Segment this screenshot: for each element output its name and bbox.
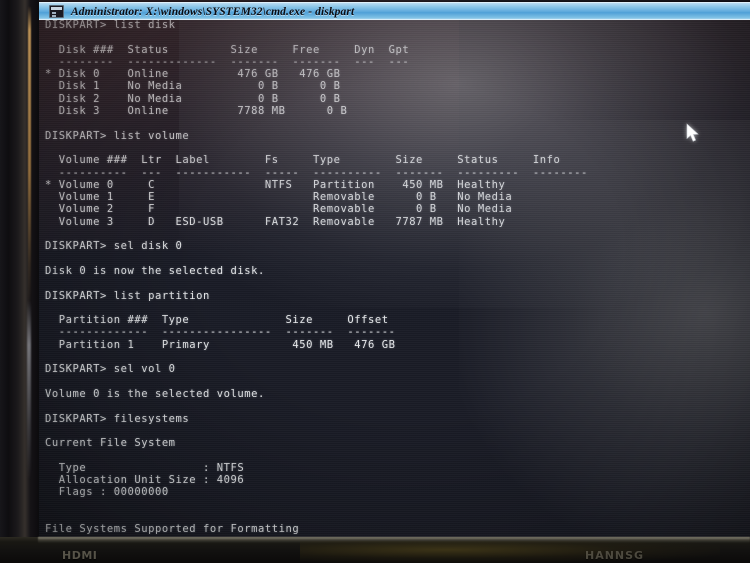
console-line: Current File System bbox=[45, 437, 176, 450]
console-line: Volume 3 D ESD-USB FAT32 Removable 7787 … bbox=[45, 215, 506, 228]
console-line: Disk 2 No Media 0 B 0 B bbox=[45, 92, 341, 105]
console-line: DISKPART> list disk bbox=[45, 19, 176, 31]
console-line: Allocation Unit Size : 4096 bbox=[45, 473, 245, 486]
console-line: File Systems Supported for Formatting bbox=[45, 523, 300, 536]
console-line: ---------- --- ----------- ----- -------… bbox=[45, 166, 588, 179]
cmd-console-icon bbox=[49, 5, 64, 18]
console-line: DISKPART> list partition bbox=[45, 289, 210, 302]
console-output[interactable]: DISKPART> list disk Disk ### Status Size… bbox=[39, 19, 750, 543]
monitor-bezel-left bbox=[0, 0, 39, 563]
console-line: DISKPART> sel disk 0 bbox=[45, 240, 183, 253]
bezel-highlight-cool bbox=[27, 300, 31, 480]
console-line: Partition ### Type Size Offset bbox=[45, 314, 389, 327]
monitor-screen: Administrator: X:\windows\SYSTEM32\cmd.e… bbox=[39, 0, 750, 543]
console-line: Volume 2 F Removable 0 B No Media bbox=[45, 203, 513, 216]
console-line: -------- ------------- ------- ------- -… bbox=[45, 55, 410, 68]
console-line: Partition 1 Primary 450 MB 476 GB bbox=[45, 338, 396, 351]
console-line: ------------- ---------------- ------- -… bbox=[45, 326, 396, 339]
console-line: DISKPART> list volume bbox=[45, 129, 190, 142]
console-line: Disk 0 is now the selected disk. bbox=[45, 264, 265, 277]
console-line: * Disk 0 Online 476 GB 476 GB bbox=[45, 68, 341, 81]
console-line: Disk 3 Online 7788 MB 0 B bbox=[45, 105, 348, 118]
hdmi-port-label: HDMI bbox=[62, 549, 98, 562]
console-line: DISKPART> sel vol 0 bbox=[45, 363, 176, 376]
console-line: Flags : 00000000 bbox=[45, 486, 169, 499]
console-line: Disk 1 No Media 0 B 0 B bbox=[45, 80, 341, 93]
console-line: * Volume 0 C NTFS Partition 450 MB Healt… bbox=[45, 178, 506, 191]
bezel-highlight-warm bbox=[28, 6, 31, 306]
monitor-brand-label: HANNSG bbox=[585, 549, 645, 562]
console-line: Type : NTFS bbox=[45, 461, 245, 474]
window-titlebar[interactable]: Administrator: X:\windows\SYSTEM32\cmd.e… bbox=[39, 2, 750, 20]
monitor-photograph: Administrator: X:\windows\SYSTEM32\cmd.e… bbox=[0, 0, 750, 563]
console-line: Volume 0 is the selected volume. bbox=[45, 387, 265, 400]
window-title: Administrator: X:\windows\SYSTEM32\cmd.e… bbox=[71, 5, 355, 18]
console-line: Disk ### Status Size Free Dyn Gpt bbox=[45, 43, 410, 56]
monitor-bezel-reflection bbox=[300, 541, 720, 563]
console-line: DISKPART> filesystems bbox=[45, 412, 190, 425]
console-line: Volume ### Ltr Label Fs Type Size Status… bbox=[45, 154, 561, 167]
console-line: Volume 1 E Removable 0 B No Media bbox=[45, 191, 513, 204]
